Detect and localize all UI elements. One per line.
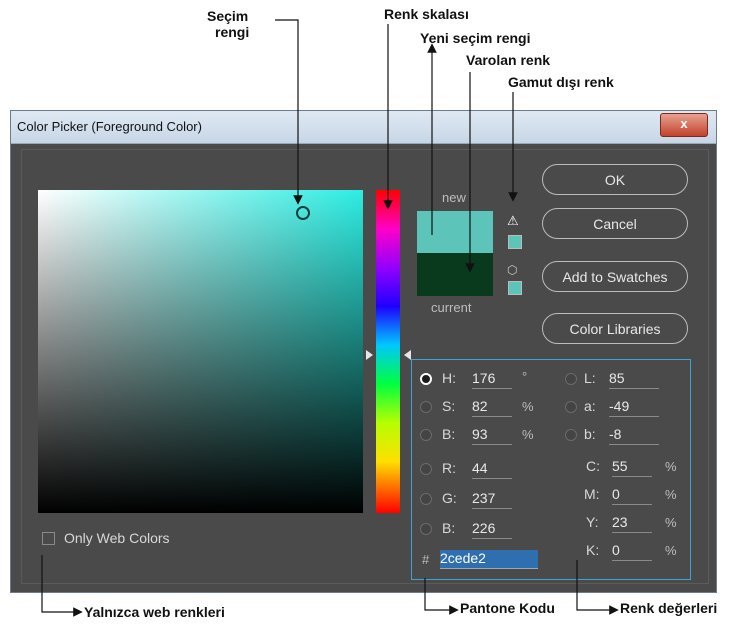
hue-slider-right-arrow[interactable] <box>404 350 411 360</box>
radio-rgb-b[interactable] <box>420 523 432 535</box>
annotation-renk-skalasi: Renk skalası <box>384 6 469 22</box>
annotation-gamut-disi-renk: Gamut dışı renk <box>508 74 614 90</box>
s-unit: % <box>522 399 534 414</box>
only-web-colors-label: Only Web Colors <box>64 530 170 546</box>
lab-b-input[interactable]: -8 <box>609 426 659 445</box>
b-input[interactable]: 93 <box>472 426 512 445</box>
title-bar[interactable]: Color Picker (Foreground Color) x <box>11 111 716 144</box>
k-input[interactable]: 0 <box>612 542 652 561</box>
hex-hash: # <box>422 552 430 567</box>
m-unit: % <box>665 487 677 502</box>
k-unit: % <box>665 543 677 558</box>
hex-input[interactable]: 2cede2 <box>440 550 538 569</box>
radio-s[interactable] <box>420 401 432 413</box>
h-label: H: <box>442 370 456 386</box>
annotation-yeni-secim-rengi: Yeni seçim rengi <box>420 30 531 46</box>
annotation-pantone-kodu: Pantone Kodu <box>460 600 555 616</box>
color-values-panel: H: 176 ° S: 82 % B: 93 % R: 44 G: 237 B:… <box>411 359 691 580</box>
only-web-colors-checkbox[interactable] <box>42 532 55 545</box>
new-color-swatch <box>417 211 493 253</box>
radio-r[interactable] <box>420 463 432 475</box>
h-unit: ° <box>522 369 528 384</box>
annotation-renk-degerleri: Renk değerleri <box>620 600 718 616</box>
radio-h[interactable] <box>420 373 432 385</box>
c-unit: % <box>665 459 677 474</box>
r-input[interactable]: 44 <box>472 460 512 479</box>
saturation-brightness-field[interactable] <box>38 190 363 513</box>
l-input[interactable]: 85 <box>609 370 659 389</box>
g-label: G: <box>442 490 457 506</box>
b-unit: % <box>522 427 534 442</box>
radio-g[interactable] <box>420 493 432 505</box>
y-label: Y: <box>586 514 599 530</box>
a-input[interactable]: -49 <box>609 398 659 417</box>
annotation-yalnizca-web-renkleri: Yalnızca web renkleri <box>84 604 225 620</box>
k-label: K: <box>586 542 600 558</box>
annotation-varolan-renk: Varolan renk <box>466 52 551 68</box>
y-unit: % <box>665 515 677 530</box>
radio-b[interactable] <box>420 429 432 441</box>
cancel-button[interactable]: Cancel <box>542 208 688 239</box>
radio-l[interactable] <box>565 373 577 385</box>
current-label: current <box>431 300 472 315</box>
annotation-secim: Seçim <box>207 8 249 24</box>
r-label: R: <box>442 460 456 476</box>
s-label: S: <box>442 398 456 414</box>
radio-lab-b[interactable] <box>565 429 577 441</box>
window-title: Color Picker (Foreground Color) <box>17 119 202 134</box>
dialog-content: new current ⚠ ⬡ OK Cancel Add to Swatche… <box>21 149 709 584</box>
ok-button[interactable]: OK <box>542 164 688 195</box>
c-input[interactable]: 55 <box>612 458 652 477</box>
web-safe-cube-icon[interactable]: ⬡ <box>507 263 517 277</box>
new-label: new <box>442 190 466 205</box>
m-label: M: <box>584 486 600 502</box>
close-button[interactable]: x <box>660 113 708 137</box>
current-color-swatch[interactable] <box>417 253 493 296</box>
out-of-gamut-warning-icon[interactable]: ⚠ <box>507 213 519 229</box>
m-input[interactable]: 0 <box>612 486 652 505</box>
l-label: L: <box>584 370 596 386</box>
lab-b-label: b: <box>584 426 596 442</box>
c-label: C: <box>586 458 600 474</box>
y-input[interactable]: 23 <box>612 514 652 533</box>
h-input[interactable]: 176 <box>472 370 512 389</box>
color-picker-dialog: Color Picker (Foreground Color) x new cu… <box>10 110 717 593</box>
hue-slider-left-arrow[interactable] <box>366 350 373 360</box>
color-libraries-button[interactable]: Color Libraries <box>542 313 688 344</box>
s-input[interactable]: 82 <box>472 398 512 417</box>
a-label: a: <box>584 398 596 414</box>
hue-strip[interactable] <box>376 190 400 513</box>
b-label: B: <box>442 426 456 442</box>
rgb-b-input[interactable]: 226 <box>472 520 512 539</box>
selection-circle[interactable] <box>296 206 310 220</box>
add-to-swatches-button[interactable]: Add to Swatches <box>542 261 688 292</box>
radio-a[interactable] <box>565 401 577 413</box>
rgb-b-label: B: <box>442 520 456 536</box>
annotation-rengi: rengi <box>215 24 250 40</box>
g-input[interactable]: 237 <box>472 490 512 509</box>
gamut-swatch[interactable] <box>508 235 522 249</box>
web-safe-swatch[interactable] <box>508 281 522 295</box>
